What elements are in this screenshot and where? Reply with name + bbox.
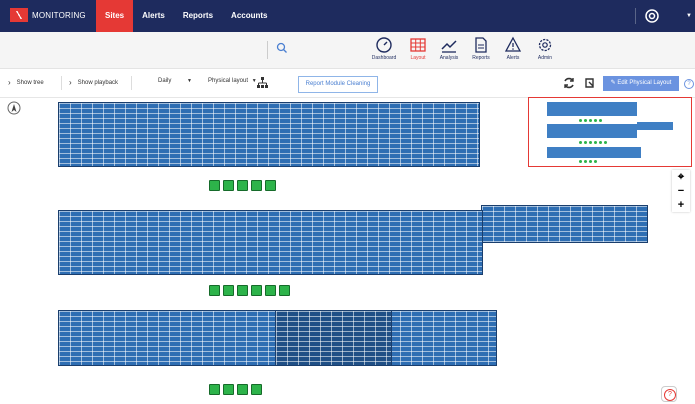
report-module-cleaning-button[interactable]: Report Module Cleaning — [298, 76, 378, 93]
inverter-icon[interactable] — [223, 285, 234, 296]
support-icon[interactable] — [645, 9, 659, 23]
minimap-row-2 — [547, 124, 637, 138]
main-nav: Sites Alerts Reports Accounts — [96, 0, 277, 32]
alerts-icon — [504, 36, 522, 52]
tool-layout-label: Layout — [410, 55, 426, 61]
period-value: Daily — [158, 78, 172, 84]
layout-mode-value: Physical layout — [208, 78, 249, 84]
minimap-row-2-extension — [637, 122, 673, 130]
tool-analysis[interactable]: Analysis — [433, 36, 465, 61]
help-icon: ? — [664, 389, 676, 401]
recenter-icon[interactable]: ⌖ — [672, 170, 690, 184]
show-tree-toggle[interactable]: › Show tree — [8, 78, 44, 87]
divider — [131, 76, 132, 90]
edit-physical-layout-label: Edit Physical Layout — [617, 80, 672, 86]
nav-sites[interactable]: Sites — [96, 0, 134, 32]
tool-dashboard-label: Dashboard — [371, 55, 397, 61]
analysis-icon — [441, 40, 457, 53]
user-menu-caret-icon[interactable]: ▼ — [686, 13, 692, 19]
inverter-icon[interactable] — [223, 384, 234, 395]
compass-north-icon[interactable] — [7, 101, 21, 115]
logo-icon — [10, 8, 28, 22]
module-toolbar: Dashboard Layout Analysis Reports Alerts… — [0, 32, 695, 69]
nav-accounts[interactable]: Accounts — [222, 0, 276, 32]
inverter-icon[interactable] — [251, 285, 262, 296]
tool-admin-label: Admin — [537, 55, 553, 61]
tool-admin[interactable]: Admin — [529, 36, 561, 61]
divider — [61, 76, 62, 90]
minimap-row-1 — [547, 102, 637, 116]
export-icon[interactable] — [583, 76, 597, 90]
inverter-icon[interactable] — [223, 180, 234, 191]
zoom-in-button[interactable]: + — [672, 198, 690, 212]
pencil-icon: ✎ — [610, 80, 616, 86]
hierarchy-icon[interactable] — [256, 76, 269, 89]
app-logo[interactable]: MONITORING — [10, 8, 86, 22]
tool-layout[interactable]: Layout — [402, 36, 434, 61]
nav-alerts[interactable]: Alerts — [133, 0, 174, 32]
meter-group-1 — [209, 180, 276, 191]
help-button[interactable]: ? — [661, 386, 677, 402]
help-info-icon[interactable]: ? — [684, 79, 694, 89]
tool-dashboard[interactable]: Dashboard — [368, 36, 400, 61]
inverter-icon[interactable] — [251, 384, 262, 395]
inverter-icon[interactable] — [237, 384, 248, 395]
minimap-row-3 — [547, 147, 641, 158]
meter-group-2 — [209, 285, 290, 296]
inverter-icon[interactable] — [237, 285, 248, 296]
tool-alerts[interactable]: Alerts — [497, 36, 529, 61]
show-tree-label: Show tree — [16, 80, 44, 86]
refresh-icon[interactable] — [562, 76, 576, 90]
inverter-icon[interactable] — [265, 285, 276, 296]
show-playback-toggle[interactable]: › Show playback — [69, 78, 118, 87]
inverter-icon[interactable] — [209, 180, 220, 191]
minimap-meters-2 — [579, 141, 607, 144]
layout-icon — [410, 38, 426, 52]
minimap-meters-1 — [579, 119, 602, 122]
tool-alerts-label: Alerts — [506, 55, 520, 61]
nav-divider — [635, 8, 636, 24]
inverter-icon[interactable] — [237, 180, 248, 191]
inverter-icon[interactable] — [209, 285, 220, 296]
tool-reports-label: Reports — [472, 55, 490, 61]
panel-array-row-2[interactable] — [58, 210, 483, 275]
period-select[interactable]: Daily ▼ — [158, 78, 192, 84]
meter-group-3 — [209, 384, 262, 395]
inverter-icon[interactable] — [251, 180, 262, 191]
inverter-icon[interactable] — [279, 285, 290, 296]
search-icon[interactable] — [276, 42, 288, 54]
edit-physical-layout-button[interactable]: ✎ Edit Physical Layout — [603, 76, 679, 91]
layout-mode-select[interactable]: Physical layout ▼ — [208, 78, 257, 84]
panel-array-row-3-shaded[interactable] — [275, 310, 392, 366]
chevron-down-icon: ▼ — [187, 78, 192, 84]
zoom-out-button[interactable]: − — [672, 184, 690, 198]
logo-text: MONITORING — [32, 10, 86, 20]
tool-reports[interactable]: Reports — [465, 36, 497, 61]
dashboard-icon — [376, 37, 392, 53]
show-playback-label: Show playback — [77, 80, 119, 86]
panel-array-row-2-extension[interactable] — [481, 205, 648, 243]
minimap-meters-3 — [579, 160, 597, 163]
zoom-controls: ⌖ − + — [672, 170, 690, 212]
nav-reports[interactable]: Reports — [174, 0, 222, 32]
top-navbar: MONITORING Sites Alerts Reports Accounts… — [0, 0, 695, 32]
inverter-icon[interactable] — [209, 384, 220, 395]
tool-analysis-label: Analysis — [439, 55, 459, 61]
chevron-right-icon: › — [8, 78, 11, 87]
inverter-icon[interactable] — [265, 180, 276, 191]
search-area[interactable] — [267, 41, 288, 59]
panel-array-row-1[interactable] — [58, 102, 480, 167]
layout-minimap[interactable] — [528, 97, 692, 167]
admin-icon — [538, 38, 552, 52]
reports-icon — [475, 37, 487, 53]
chevron-right-icon: › — [69, 78, 72, 87]
